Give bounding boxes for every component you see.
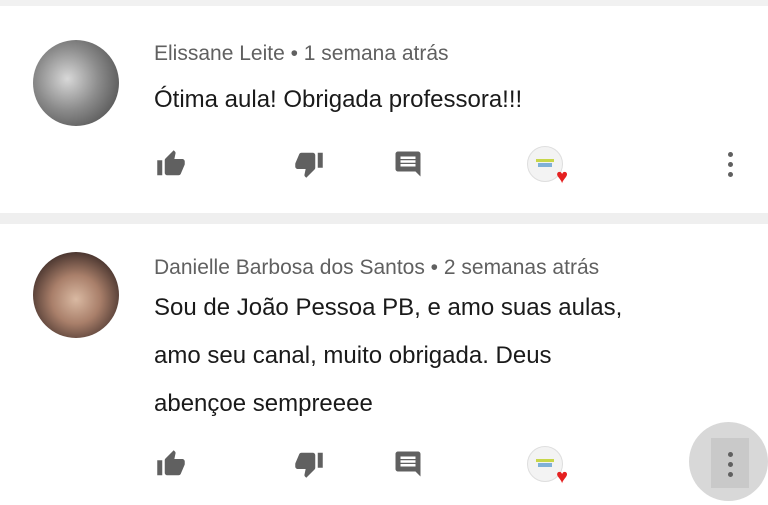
comment: Elissane Leite • 1 semana atrás Ótima au… xyxy=(0,6,768,213)
more-options-button[interactable] xyxy=(710,144,750,184)
more-options-button[interactable] xyxy=(710,444,750,484)
comment-text: Sou de João Pessoa PB, e amo suas aulas,… xyxy=(154,294,623,417)
creator-heart-icon: ♥ xyxy=(527,446,568,487)
like-button[interactable] xyxy=(151,444,191,484)
comment-meta: Elissane Leite • 1 semana atrás xyxy=(154,42,449,66)
thumbs-up-icon xyxy=(157,450,185,476)
comment-author[interactable]: Elissane Leite xyxy=(154,42,285,65)
heart-icon: ♥ xyxy=(556,466,568,488)
comment-divider xyxy=(0,213,768,224)
reply-button[interactable] xyxy=(388,444,428,484)
comment: Danielle Barbosa dos Santos • 2 semanas … xyxy=(0,224,768,505)
reply-icon xyxy=(395,151,421,177)
reply-button[interactable] xyxy=(388,144,428,184)
thumbs-down-icon xyxy=(295,452,323,478)
comment-meta: Danielle Barbosa dos Santos • 2 semanas … xyxy=(154,256,599,280)
avatar[interactable] xyxy=(33,252,119,338)
more-vert-icon xyxy=(727,451,733,477)
comment-text: Ótima aula! Obrigada professora!!! xyxy=(154,86,523,113)
comment-author[interactable]: Danielle Barbosa dos Santos xyxy=(154,256,425,279)
dislike-button[interactable] xyxy=(289,144,329,184)
heart-icon: ♥ xyxy=(556,166,568,188)
creator-heart-badge: ♥ xyxy=(525,144,568,187)
comment-actions: ♥ xyxy=(0,144,768,187)
creator-heart-icon: ♥ xyxy=(527,146,568,187)
more-vert-icon xyxy=(727,151,733,177)
meta-separator: • xyxy=(284,42,304,65)
thumbs-down-icon xyxy=(295,152,323,178)
thumbs-up-icon xyxy=(157,150,185,176)
creator-heart-badge: ♥ xyxy=(525,444,568,487)
reply-icon xyxy=(395,451,421,477)
dislike-button[interactable] xyxy=(289,444,329,484)
comment-time: 2 semanas atrás xyxy=(443,256,600,279)
comment-time: 1 semana atrás xyxy=(303,42,449,65)
avatar[interactable] xyxy=(33,40,119,126)
meta-separator: • xyxy=(424,256,444,279)
like-button[interactable] xyxy=(151,144,191,184)
comment-actions: ♥ xyxy=(0,444,768,487)
